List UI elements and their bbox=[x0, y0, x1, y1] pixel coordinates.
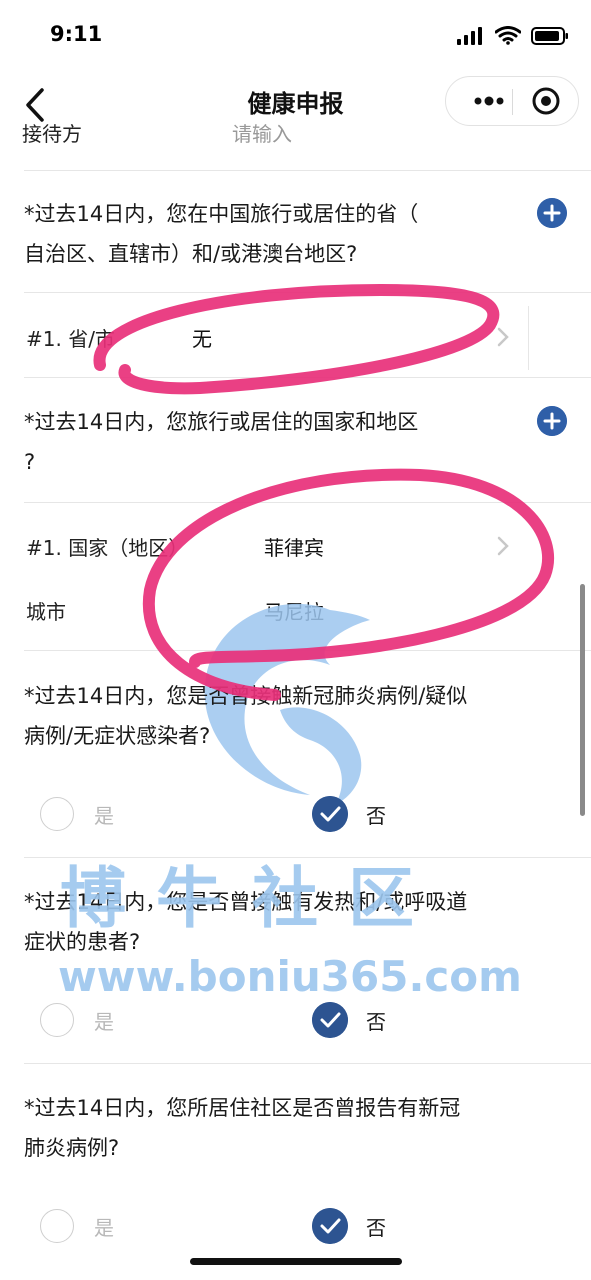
annotation-circle-country bbox=[142, 468, 555, 701]
status-time: 9:11 bbox=[50, 22, 103, 46]
q1-line2: 自治区、直辖市）和/或港澳台地区? bbox=[24, 242, 358, 266]
q3-no-radio[interactable] bbox=[312, 796, 348, 832]
q1-text: *过去14日内，您在中国旅行或居住的省（ 自治区、直辖市）和/或港澳台地区? bbox=[24, 194, 524, 274]
q4-no-radio[interactable] bbox=[312, 1002, 348, 1038]
cut-off-label: 接待方 bbox=[22, 124, 82, 146]
capsule-divider bbox=[512, 89, 513, 115]
signal-icon bbox=[457, 26, 482, 45]
q5-yes-radio[interactable] bbox=[40, 1209, 74, 1243]
q5-line2: 肺炎病例? bbox=[24, 1136, 120, 1160]
q4-yes-label[interactable]: 是 bbox=[94, 1006, 114, 1035]
q5-no-label[interactable]: 否 bbox=[366, 1212, 386, 1241]
q5-yes-label[interactable]: 是 bbox=[94, 1212, 114, 1241]
mini-program-capsule bbox=[445, 76, 579, 126]
q5-text: *过去14日内，您所居住社区是否曾报告有新冠 肺炎病例? bbox=[24, 1088, 584, 1168]
q5-no-radio[interactable] bbox=[312, 1208, 348, 1244]
cut-off-value: 请输入 bbox=[232, 124, 292, 146]
watermark-url: www.boniu365.com bbox=[58, 952, 522, 1001]
q4-yes-radio[interactable] bbox=[40, 1003, 74, 1037]
close-target-icon[interactable] bbox=[522, 77, 570, 125]
divider bbox=[24, 1063, 591, 1064]
annotation-circle-province bbox=[93, 283, 500, 395]
q4-no-label[interactable]: 否 bbox=[366, 1006, 386, 1035]
q3-yes-label[interactable]: 是 bbox=[94, 800, 114, 829]
plus-icon[interactable] bbox=[537, 198, 567, 228]
more-icon[interactable] bbox=[464, 77, 512, 125]
watermark-name: 博牛社区 bbox=[60, 860, 444, 937]
scrollbar[interactable] bbox=[580, 584, 585, 816]
q5-line1: *过去14日内，您所居住社区是否曾报告有新冠 bbox=[24, 1096, 461, 1120]
home-indicator bbox=[190, 1258, 402, 1265]
q3-yes-radio[interactable] bbox=[40, 797, 74, 831]
q3-no-label[interactable]: 否 bbox=[366, 800, 386, 829]
q1-line1: *过去14日内，您在中国旅行或居住的省（ bbox=[24, 202, 419, 226]
wifi-icon bbox=[495, 26, 521, 45]
cut-off-row: 接待方 请输入 bbox=[22, 124, 582, 146]
divider bbox=[24, 170, 591, 171]
status-icons bbox=[457, 26, 569, 45]
annotation-overlay bbox=[93, 283, 555, 701]
battery-icon bbox=[531, 26, 568, 45]
